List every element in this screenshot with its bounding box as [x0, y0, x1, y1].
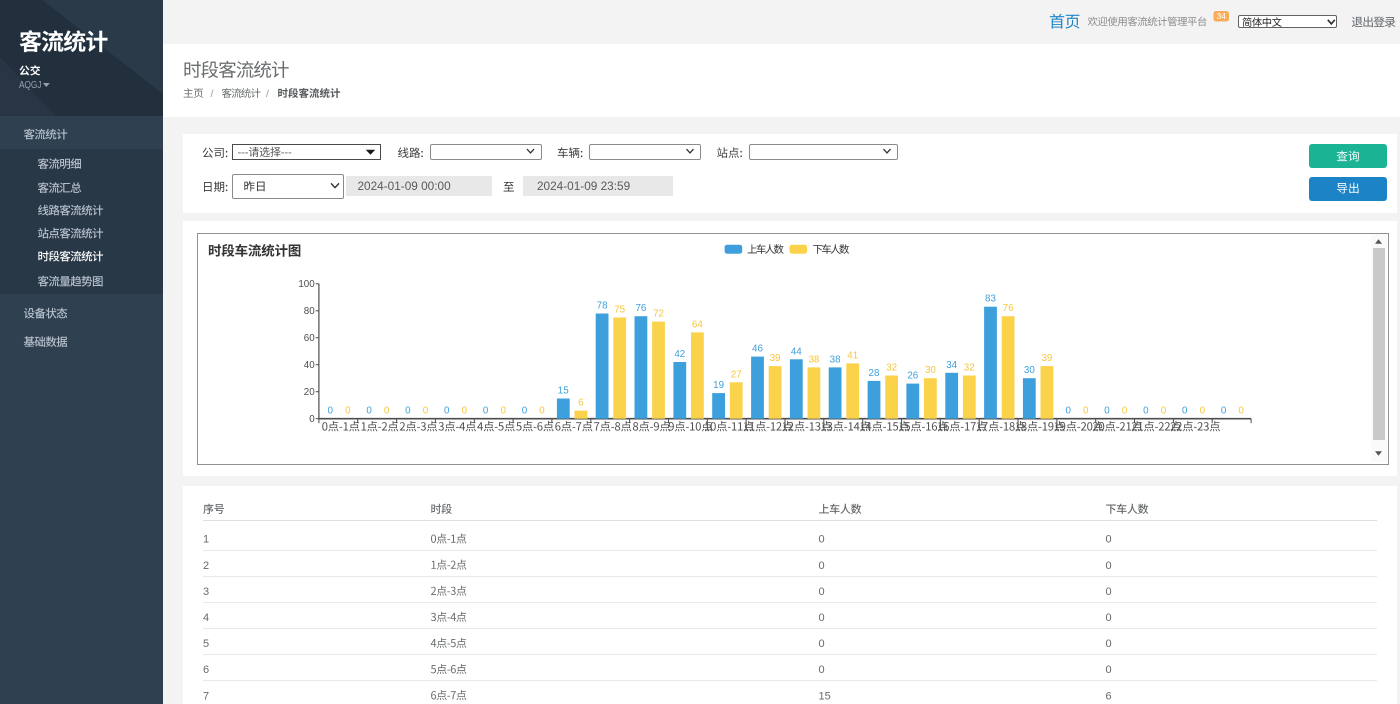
svg-text:0: 0	[384, 406, 390, 417]
svg-text:/: /	[266, 88, 269, 100]
svg-text:28: 28	[869, 368, 880, 379]
svg-text:64: 64	[692, 319, 703, 330]
svg-text:0: 0	[1182, 406, 1188, 417]
svg-text:6: 6	[1106, 690, 1112, 702]
svg-text:0: 0	[444, 406, 450, 417]
svg-text:30: 30	[1024, 365, 1035, 376]
svg-text:0: 0	[1106, 586, 1112, 598]
svg-text:0: 0	[1143, 406, 1149, 417]
svg-text:0: 0	[423, 406, 429, 417]
svg-text:26: 26	[907, 371, 918, 382]
svg-text:2024-01-09 00:00: 2024-01-09 00:00	[358, 179, 452, 193]
svg-text:0: 0	[309, 414, 315, 425]
svg-text:72: 72	[653, 309, 664, 320]
svg-text:2: 2	[203, 560, 209, 572]
svg-text:60: 60	[304, 333, 315, 344]
svg-text:19: 19	[713, 380, 724, 391]
svg-text:75: 75	[614, 305, 625, 316]
svg-text:0: 0	[1221, 406, 1227, 417]
svg-text:76: 76	[635, 303, 646, 314]
svg-text:AQGJ: AQGJ	[19, 80, 42, 91]
svg-text:0: 0	[1083, 406, 1089, 417]
svg-text:27: 27	[731, 369, 742, 380]
svg-text:0: 0	[819, 664, 825, 676]
svg-text:32: 32	[964, 363, 975, 374]
svg-text:0: 0	[522, 406, 528, 417]
svg-text:0: 0	[819, 586, 825, 598]
svg-text:0: 0	[500, 406, 506, 417]
svg-text:0: 0	[819, 560, 825, 572]
svg-text:6: 6	[578, 398, 584, 409]
svg-text:40: 40	[304, 360, 315, 371]
svg-text:42: 42	[674, 349, 685, 360]
svg-text:34: 34	[1217, 11, 1227, 21]
svg-text:3: 3	[203, 586, 209, 598]
svg-text:41: 41	[847, 350, 858, 361]
svg-text:20: 20	[304, 387, 315, 398]
svg-text:/: /	[211, 88, 214, 100]
svg-text:0: 0	[1122, 406, 1128, 417]
svg-text:39: 39	[770, 353, 781, 364]
svg-text:0: 0	[1106, 560, 1112, 572]
svg-text:0: 0	[1106, 612, 1112, 624]
svg-text:2024-01-09 23:59: 2024-01-09 23:59	[537, 179, 630, 193]
svg-text:38: 38	[830, 354, 841, 365]
svg-text:78: 78	[597, 300, 608, 311]
svg-text:46: 46	[752, 344, 763, 355]
svg-text:0: 0	[539, 406, 545, 417]
svg-text:1: 1	[203, 534, 209, 546]
svg-text:0: 0	[819, 534, 825, 546]
svg-text:76: 76	[1003, 303, 1014, 314]
svg-text:0: 0	[345, 406, 351, 417]
svg-text:7: 7	[203, 690, 209, 702]
svg-text:0: 0	[819, 638, 825, 650]
svg-text:0: 0	[819, 612, 825, 624]
svg-text:0: 0	[1106, 638, 1112, 650]
svg-text:30: 30	[925, 365, 936, 376]
svg-text:5: 5	[203, 638, 209, 650]
svg-text:0: 0	[1106, 534, 1112, 546]
svg-text:15: 15	[558, 385, 569, 396]
svg-text:44: 44	[791, 346, 802, 357]
svg-text:6: 6	[203, 664, 209, 676]
svg-text:0: 0	[366, 406, 372, 417]
svg-text:83: 83	[985, 294, 996, 305]
svg-text:0: 0	[1238, 406, 1244, 417]
svg-text:0: 0	[1200, 406, 1206, 417]
svg-text:0: 0	[327, 406, 333, 417]
svg-text:4: 4	[203, 612, 209, 624]
svg-text:0: 0	[1106, 664, 1112, 676]
svg-text:0: 0	[1065, 406, 1071, 417]
svg-text:80: 80	[304, 306, 315, 317]
svg-text:38: 38	[808, 354, 819, 365]
svg-text:32: 32	[886, 363, 897, 374]
svg-text:0: 0	[1104, 406, 1110, 417]
svg-text:15: 15	[819, 690, 831, 702]
svg-text:39: 39	[1041, 353, 1052, 364]
svg-text:100: 100	[298, 279, 315, 290]
svg-text:0: 0	[1161, 406, 1167, 417]
svg-text:0: 0	[483, 406, 489, 417]
svg-text:0: 0	[405, 406, 411, 417]
svg-text:34: 34	[946, 360, 957, 371]
svg-text:0: 0	[462, 406, 468, 417]
